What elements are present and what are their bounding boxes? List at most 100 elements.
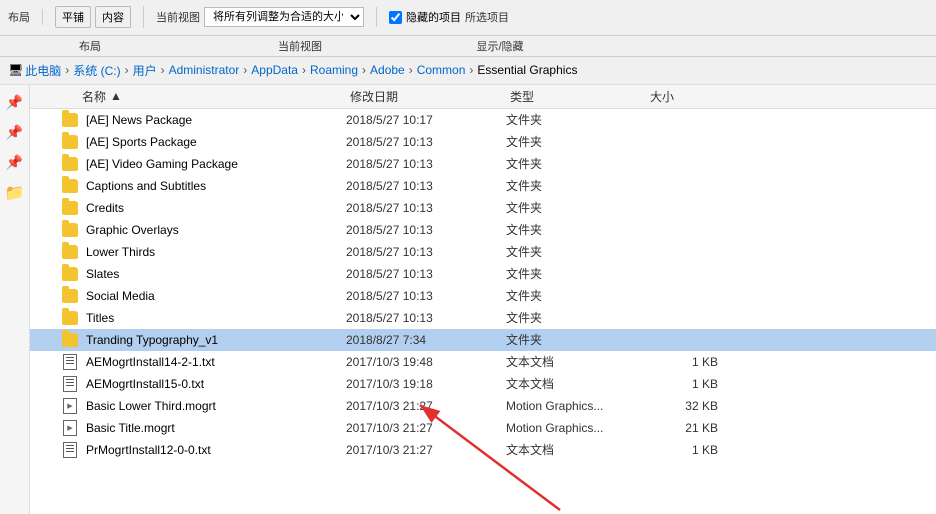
- file-type: 文件夹: [506, 221, 646, 238]
- file-type: 文件夹: [506, 199, 646, 216]
- file-date: 2017/10/3 19:48: [346, 355, 506, 369]
- file-size: 1 KB: [646, 355, 726, 369]
- table-row[interactable]: Credits 2018/5/27 10:13 文件夹: [30, 197, 936, 219]
- table-row[interactable]: ▶ Basic Title.mogrt 2017/10/3 21:27 Moti…: [30, 417, 936, 439]
- file-date: 2017/10/3 19:18: [346, 377, 506, 391]
- folder-icon: [62, 311, 78, 325]
- file-name: [AE] Sports Package: [86, 135, 346, 149]
- txt-icon: [63, 354, 77, 370]
- selected-items-label: 所选项目: [465, 9, 509, 25]
- layout-section-label: 布局: [0, 38, 180, 54]
- file-icon: ▶: [60, 418, 80, 438]
- table-row[interactable]: [AE] Sports Package 2018/5/27 10:13 文件夹: [30, 131, 936, 153]
- section-labels: 布局 当前视图 显示/隐藏: [0, 36, 936, 57]
- file-name: Slates: [86, 267, 346, 281]
- table-row[interactable]: Slates 2018/5/27 10:13 文件夹: [30, 263, 936, 285]
- file-name: Tranding Typography_v1: [86, 333, 346, 347]
- breadcrumb-admin[interactable]: Administrator: [169, 63, 240, 77]
- file-name: Captions and Subtitles: [86, 179, 346, 193]
- main-content: 📌 📌 📌 📁 名称 ▲ 修改日期 类型 大小 [AE] News Packag…: [0, 85, 936, 514]
- col-type-header: 类型: [510, 88, 650, 105]
- file-date: 2018/5/27 10:13: [346, 311, 506, 325]
- file-type: 文本文档: [506, 375, 646, 392]
- folder-icon: [62, 333, 78, 347]
- table-row[interactable]: Graphic Overlays 2018/5/27 10:13 文件夹: [30, 219, 936, 241]
- file-icon: [60, 330, 80, 350]
- file-date: 2018/5/27 10:13: [346, 245, 506, 259]
- breadcrumb-c[interactable]: 系统 (C:): [73, 62, 120, 79]
- file-name: AEMogrtInstall15-0.txt: [86, 377, 346, 391]
- hidden-items-checkbox[interactable]: 隐藏的项目: [389, 9, 461, 25]
- folder-icon: [62, 267, 78, 281]
- file-name: Graphic Overlays: [86, 223, 346, 237]
- sidebar-icon-4[interactable]: 📁: [5, 183, 25, 203]
- file-date: 2017/10/3 21:27: [346, 399, 506, 413]
- file-type: 文件夹: [506, 309, 646, 326]
- table-row[interactable]: PrMogrtInstall12-0-0.txt 2017/10/3 21:27…: [30, 439, 936, 461]
- file-name: Titles: [86, 311, 346, 325]
- file-type: 文件夹: [506, 265, 646, 282]
- file-date: 2018/5/27 10:13: [346, 201, 506, 215]
- col-date-header: 修改日期: [350, 88, 510, 105]
- table-row[interactable]: [AE] Video Gaming Package 2018/5/27 10:1…: [30, 153, 936, 175]
- sidebar-icon-1[interactable]: 📌: [5, 93, 25, 113]
- file-type: 文件夹: [506, 287, 646, 304]
- breadcrumb-essential[interactable]: Essential Graphics: [477, 63, 577, 77]
- table-row[interactable]: [AE] News Package 2018/5/27 10:17 文件夹: [30, 109, 936, 131]
- file-date: 2018/8/27 7:34: [346, 333, 506, 347]
- toolbar: 布局 平铺 内容 当前视图 将所有列调整为合适的大小 隐藏的项目 所选项目: [0, 0, 936, 36]
- folder-icon: [62, 113, 78, 127]
- file-name: Basic Title.mogrt: [86, 421, 346, 435]
- toolbar-group-layout: 布局: [8, 9, 43, 25]
- file-type: 文本文档: [506, 353, 646, 370]
- col-name-header[interactable]: 名称 ▲: [30, 88, 350, 105]
- sidebar-icon-3[interactable]: 📌: [5, 153, 25, 173]
- folder-icon: [62, 135, 78, 149]
- breadcrumb-appdata[interactable]: AppData: [251, 63, 298, 77]
- table-row[interactable]: ▶ Basic Lower Third.mogrt 2017/10/3 21:2…: [30, 395, 936, 417]
- breadcrumb-adobe[interactable]: Adobe: [370, 63, 405, 77]
- folder-icon: [62, 223, 78, 237]
- file-name: Credits: [86, 201, 346, 215]
- file-type: 文件夹: [506, 133, 646, 150]
- file-icon: [60, 308, 80, 328]
- file-type: 文件夹: [506, 331, 646, 348]
- file-date: 2018/5/27 10:17: [346, 113, 506, 127]
- file-type: 文件夹: [506, 111, 646, 128]
- mogrt-icon: ▶: [63, 398, 77, 414]
- hidden-items-input[interactable]: [389, 11, 402, 24]
- file-icon: [60, 242, 80, 262]
- sidebar: 📌 📌 📌 📁: [0, 85, 30, 514]
- table-row[interactable]: AEMogrtInstall15-0.txt 2017/10/3 19:18 文…: [30, 373, 936, 395]
- tile-btn[interactable]: 平铺: [55, 6, 91, 28]
- table-row[interactable]: Lower Thirds 2018/5/27 10:13 文件夹: [30, 241, 936, 263]
- folder-icon: [62, 245, 78, 259]
- breadcrumb-users[interactable]: 用户: [133, 62, 157, 79]
- file-list: [AE] News Package 2018/5/27 10:17 文件夹 [A…: [30, 109, 936, 514]
- breadcrumb-pc[interactable]: 此电脑: [25, 62, 61, 79]
- table-row[interactable]: Social Media 2018/5/27 10:13 文件夹: [30, 285, 936, 307]
- sidebar-icon-2[interactable]: 📌: [5, 123, 25, 143]
- file-date: 2018/5/27 10:13: [346, 135, 506, 149]
- table-row[interactable]: AEMogrtInstall14-2-1.txt 2017/10/3 19:48…: [30, 351, 936, 373]
- breadcrumb-roaming[interactable]: Roaming: [310, 63, 358, 77]
- file-date: 2017/10/3 21:27: [346, 443, 506, 457]
- layout-label: 布局: [8, 9, 30, 25]
- file-type: 文本文档: [506, 441, 646, 458]
- file-type: Motion Graphics...: [506, 421, 646, 435]
- file-name: [AE] News Package: [86, 113, 346, 127]
- file-name: [AE] Video Gaming Package: [86, 157, 346, 171]
- file-icon: [60, 220, 80, 240]
- content-btn[interactable]: 内容: [95, 6, 131, 28]
- breadcrumb-common[interactable]: Common: [417, 63, 466, 77]
- table-row[interactable]: Tranding Typography_v1 2018/8/27 7:34 文件…: [30, 329, 936, 351]
- table-row[interactable]: Titles 2018/5/27 10:13 文件夹: [30, 307, 936, 329]
- table-row[interactable]: Captions and Subtitles 2018/5/27 10:13 文…: [30, 175, 936, 197]
- view-select[interactable]: 将所有列调整为合适的大小: [204, 7, 364, 27]
- file-icon: [60, 286, 80, 306]
- toolbar-group-btns: 平铺 内容: [55, 6, 144, 28]
- toolbar-group-view: 当前视图 将所有列调整为合适的大小: [156, 7, 377, 27]
- file-name: Lower Thirds: [86, 245, 346, 259]
- txt-icon: [63, 376, 77, 392]
- view-label: 当前视图: [156, 9, 200, 25]
